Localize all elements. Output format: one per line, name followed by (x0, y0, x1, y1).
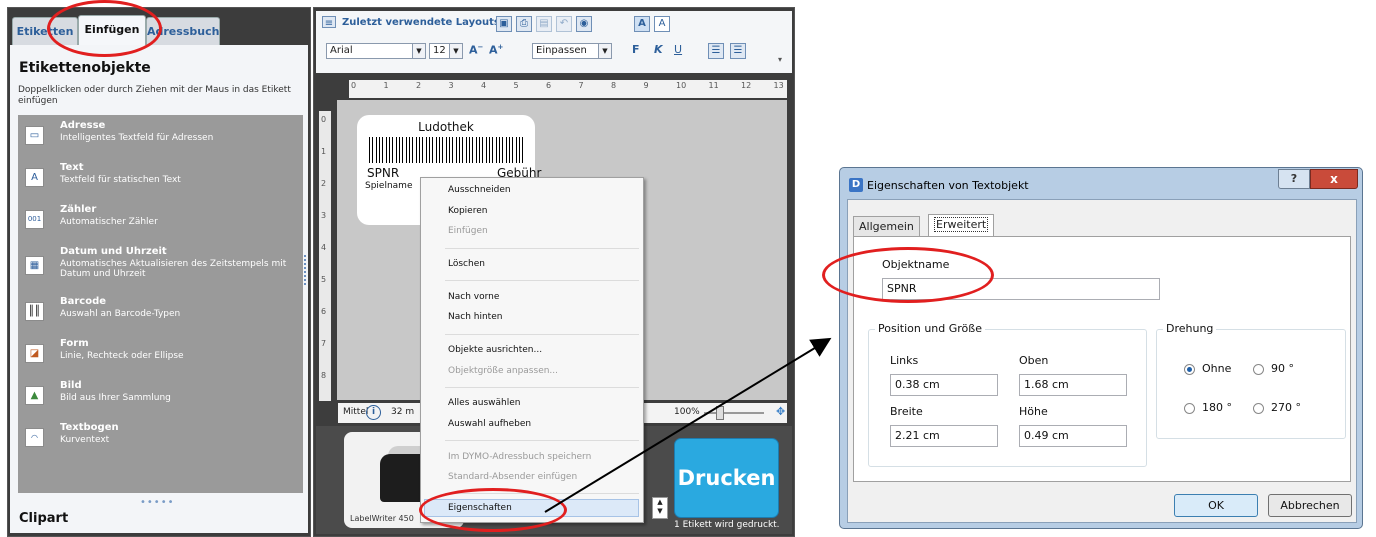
annotation-arrow (544, 337, 832, 513)
